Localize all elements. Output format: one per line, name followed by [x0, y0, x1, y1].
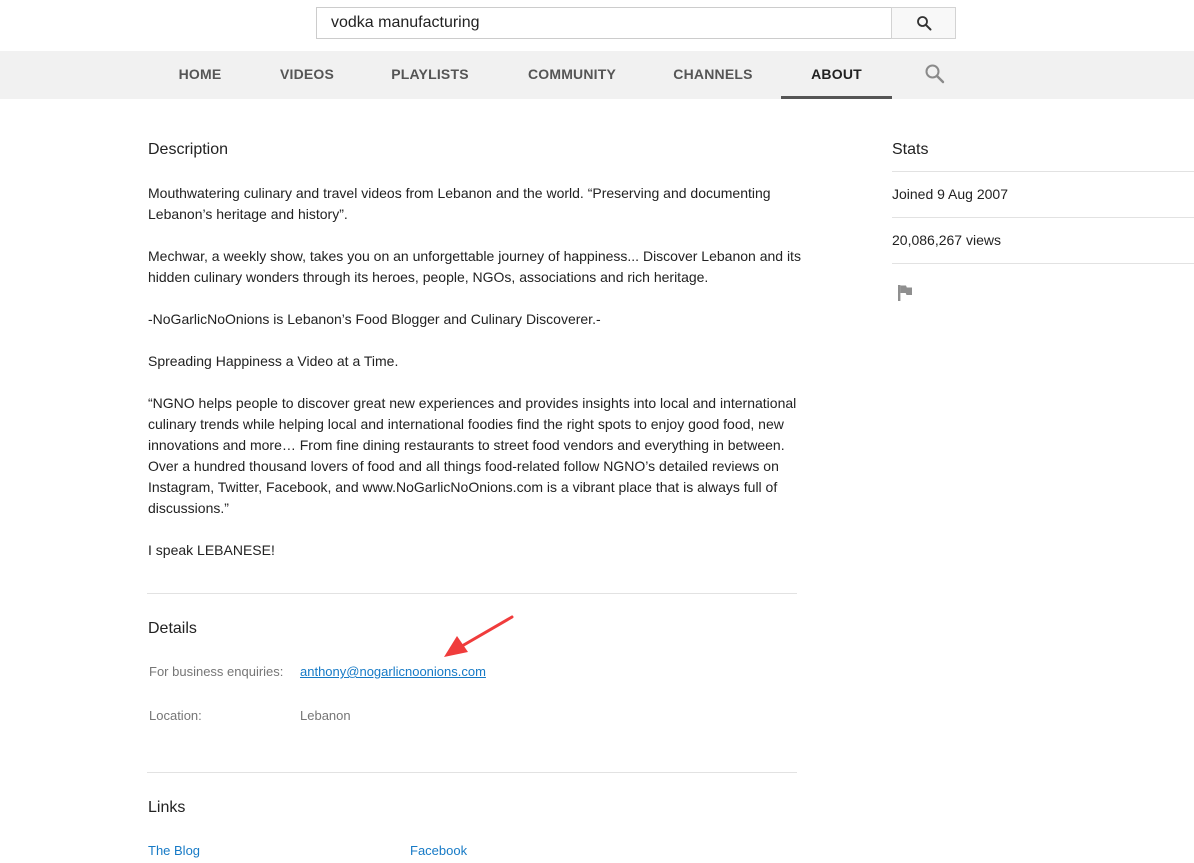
description-paragraph: Mechwar, a weekly show, takes you on an … [148, 248, 801, 285]
tab-channels[interactable]: CHANNELS [668, 51, 758, 99]
description-paragraph: Mouthwatering culinary and travel videos… [148, 185, 771, 222]
links-heading: Links [148, 799, 186, 816]
section-divider [147, 772, 797, 773]
search-button[interactable] [891, 7, 956, 39]
location-label: Location: [149, 708, 202, 723]
link-the-blog[interactable]: The Blog [148, 843, 200, 858]
description-paragraph: I speak LEBANESE! [148, 542, 275, 558]
description-paragraph: -NoGarlicNoOnions is Lebanon’s Food Blog… [148, 311, 601, 327]
location-value: Lebanon [300, 708, 351, 723]
channel-about-page: vodka manufacturing HOME VIDEOS PLAYLIST… [0, 0, 1194, 863]
tab-playlists[interactable]: PLAYLISTS [386, 51, 474, 99]
tab-videos[interactable]: VIDEOS [274, 51, 340, 99]
description-paragraph: Spreading Happiness a Video at a Time. [148, 353, 399, 369]
search-icon[interactable] [924, 63, 946, 85]
description-heading: Description [148, 141, 229, 158]
flag-icon[interactable] [895, 283, 915, 303]
search-input[interactable]: vodka manufacturing [316, 7, 892, 39]
stats-divider [892, 217, 1194, 218]
channel-tab-bar: HOME VIDEOS PLAYLISTS COMMUNITY CHANNELS… [0, 51, 1194, 99]
search-icon [916, 16, 931, 31]
section-divider [147, 593, 797, 594]
stats-divider [892, 171, 1194, 172]
details-heading: Details [148, 620, 197, 637]
business-enquiries-label: For business enquiries: [149, 664, 284, 679]
business-email-link[interactable]: anthony@nogarlicnoonions.com [300, 664, 486, 679]
tab-about[interactable]: ABOUT [781, 51, 892, 99]
tab-community[interactable]: COMMUNITY [520, 51, 624, 99]
tab-home[interactable]: HOME [168, 51, 232, 99]
stats-heading: Stats [892, 141, 929, 158]
view-count: 20,086,267 views [892, 232, 1001, 248]
business-email[interactable]: anthony@nogarlicnoonions.com [300, 664, 486, 679]
link-facebook[interactable]: Facebook [410, 843, 467, 858]
annotation-arrow [444, 615, 514, 657]
joined-date: Joined 9 Aug 2007 [892, 186, 1008, 202]
stats-divider [892, 263, 1194, 264]
description-paragraph: “NGNO helps people to discover great new… [148, 395, 797, 516]
